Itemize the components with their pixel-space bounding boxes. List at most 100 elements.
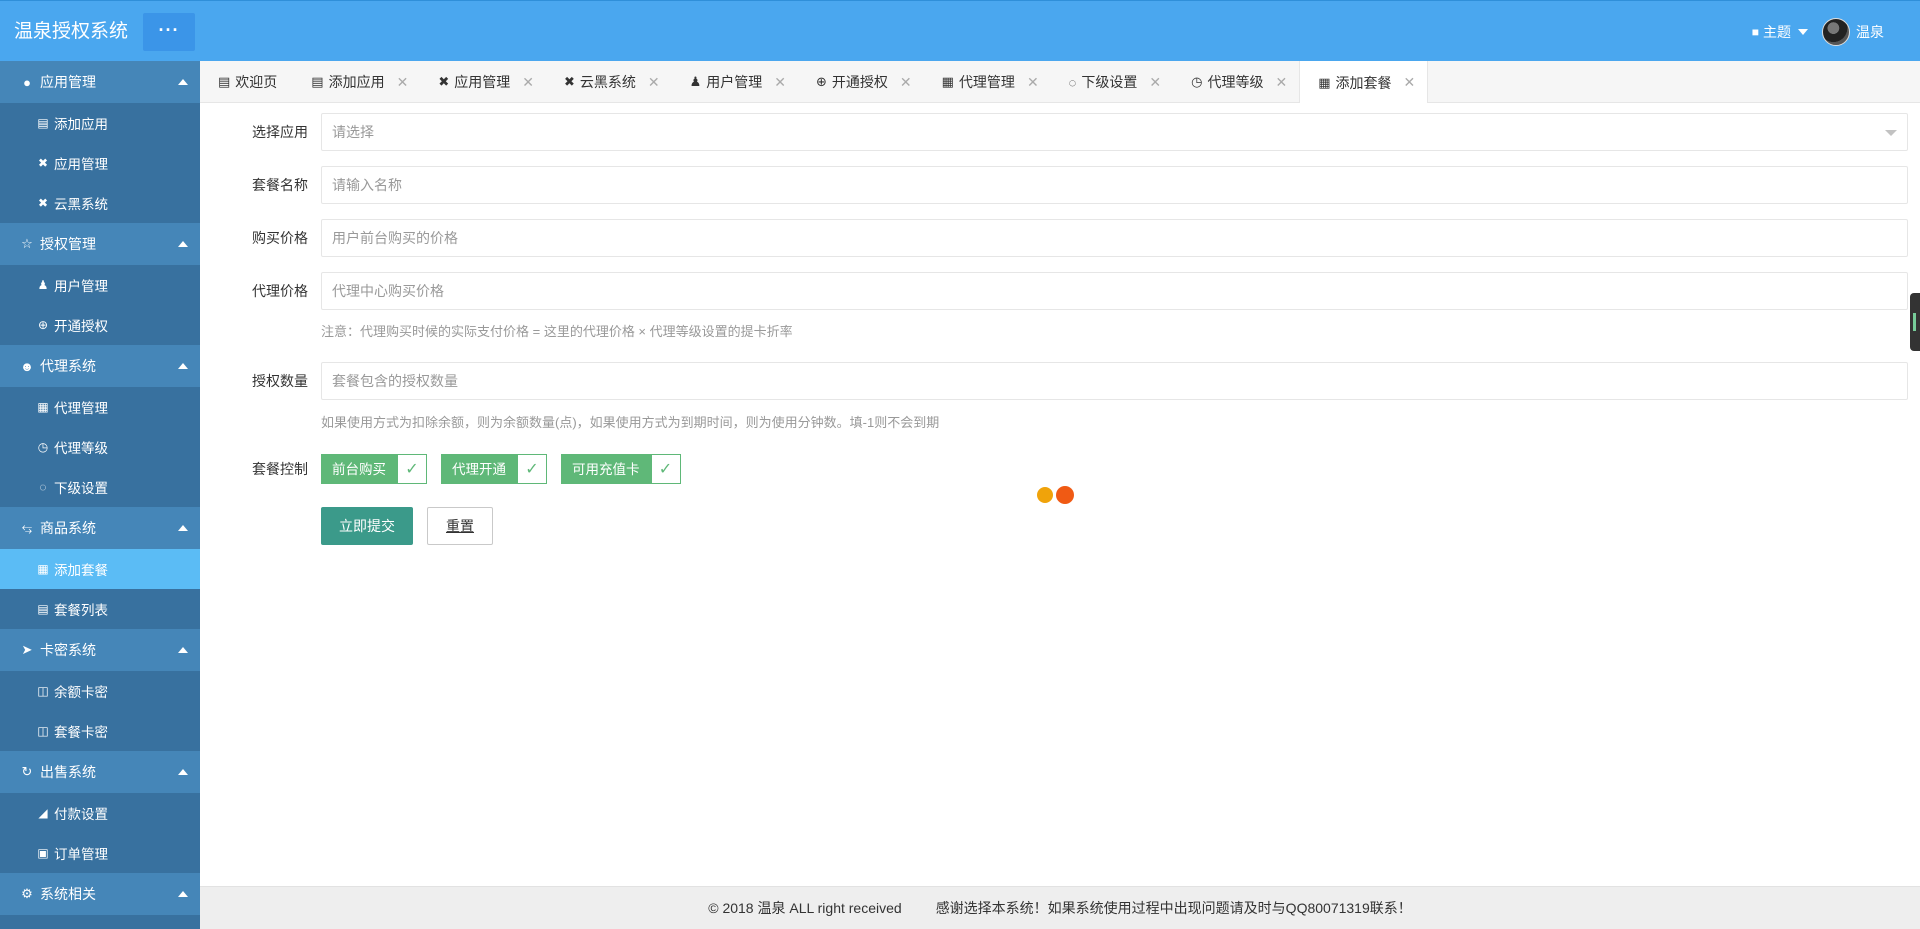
theme-menu[interactable]: ■ 主题	[1752, 22, 1808, 42]
loading-indicator	[1037, 486, 1074, 504]
footer: © 2018 温泉 ALL right received 感谢选择本系统！如果系…	[200, 886, 1920, 929]
tab-label: 代理等级	[1207, 74, 1264, 90]
sidebar-item-balance-card[interactable]: ◫ 余额卡密	[0, 671, 200, 711]
close-icon[interactable]: ✕	[900, 74, 912, 91]
sidebar-item-orders[interactable]: ▣ 订单管理	[0, 833, 200, 873]
auth-count-input[interactable]	[321, 362, 1908, 400]
sidebar-group-label: 出售系统	[40, 764, 96, 780]
chevron-up-icon	[178, 363, 188, 369]
agent-icon: ☻	[20, 358, 34, 374]
close-icon[interactable]: ✕	[774, 74, 786, 91]
sidebar-item-add-app[interactable]: ▤ 添加应用	[0, 103, 200, 143]
close-icon[interactable]: ✕	[522, 74, 534, 91]
sidebar-item-agent-manage[interactable]: ▦ 代理管理	[0, 387, 200, 427]
loading-dot-icon	[1037, 487, 1053, 503]
chevron-up-icon	[178, 647, 188, 653]
sidebar-group-auth[interactable]: ☆ 授权管理	[0, 223, 200, 265]
switch-label: 可用充值卡	[561, 454, 651, 484]
sidebar-group-card[interactable]: ➤ 卡密系统	[0, 629, 200, 671]
switch-agent-open[interactable]: 代理开通 ✓	[441, 454, 547, 484]
sidebar-item-sub-settings[interactable]: ◌ 下级设置	[0, 467, 200, 507]
buy-price-input[interactable]	[321, 219, 1908, 257]
cart-icon: ◢	[38, 806, 48, 820]
sidebar-item-add-package[interactable]: ▦ 添加套餐	[0, 549, 200, 589]
share-icon: ⥃	[21, 520, 33, 535]
sidebar-item-open-auth[interactable]: ⊕ 开通授权	[0, 305, 200, 345]
sidebar-item-users[interactable]: ♟ 用户管理	[0, 265, 200, 305]
sidebar-item-label: 云黑系统	[54, 197, 108, 212]
tab-label: 欢迎页	[235, 74, 278, 90]
sidebar-group-app[interactable]: ● 应用管理	[0, 61, 200, 103]
sidebar-group-label: 商品系统	[40, 520, 96, 536]
switch-frontend-buy[interactable]: 前台购买 ✓	[321, 454, 427, 484]
tab-agent-manage[interactable]: ▦ 代理管理 ✕	[924, 61, 1051, 103]
plus-circle-icon: ⊕	[816, 74, 827, 89]
sidebar: ● 应用管理 ▤ 添加应用 ✖ 应用管理 ✖ 云黑系统 ☆ 授权管理 ♟ 用户管理 ⊕ 开…	[0, 61, 200, 929]
refresh-icon: ↻	[21, 764, 33, 779]
user-icon: ♟	[689, 74, 702, 89]
sidebar-group-sale[interactable]: ↻ 出售系统	[0, 751, 200, 793]
circle-icon: ●	[23, 74, 31, 90]
send-icon: ➤	[21, 642, 33, 657]
more-button[interactable]: ···	[143, 13, 195, 51]
chevron-down-icon	[1798, 28, 1808, 35]
chevron-up-icon	[178, 769, 188, 775]
close-icon[interactable]: ✕	[397, 74, 409, 91]
chat-icon: ■	[1751, 24, 1759, 39]
sidebar-group-goods[interactable]: ⥃ 商品系统	[0, 507, 200, 549]
sidebar-group-label: 系统相关	[40, 886, 96, 902]
star-icon: ☆	[21, 236, 33, 251]
sidebar-group-system[interactable]: ⚙ 系统相关	[0, 873, 200, 915]
sidebar-item-agent-level[interactable]: ◷ 代理等级	[0, 427, 200, 467]
footer-copyright: © 2018 温泉 ALL right received	[708, 900, 902, 916]
edge-handle[interactable]	[1910, 293, 1920, 351]
user-name: 温泉	[1856, 23, 1884, 40]
tools-icon: ✖	[438, 74, 450, 89]
tab-open-auth[interactable]: ⊕ 开通授权 ✕	[798, 61, 924, 103]
package-name-input[interactable]	[321, 166, 1908, 204]
tab-add-package[interactable]: ▦ 添加套餐 ✕	[1299, 61, 1429, 104]
user-icon: ♟	[37, 278, 49, 292]
sidebar-item-label: 套餐列表	[54, 603, 108, 618]
user-menu[interactable]: 温泉	[1822, 17, 1884, 46]
tab-users[interactable]: ♟ 用户管理 ✕	[672, 61, 798, 103]
submit-button[interactable]: 立即提交	[321, 507, 413, 545]
sidebar-group-label: 代理系统	[40, 358, 96, 374]
sidebar-group-agent[interactable]: ☻ 代理系统	[0, 345, 200, 387]
agent-price-input[interactable]	[321, 272, 1908, 310]
reset-button[interactable]: 重置	[427, 507, 493, 545]
form-panel: 选择应用 请选择 套餐名称 购买价格 代理价格 注意：代理购买时候的实际支付价格…	[200, 103, 1920, 886]
switch-label: 前台购买	[321, 454, 397, 484]
header-right: ■ 主题 温泉	[1752, 1, 1884, 62]
close-icon[interactable]: ✕	[648, 74, 660, 91]
tab-bar: ▤ 欢迎页 ▤ 添加应用 ✕ ✖ 应用管理 ✕ ✖ 云黑系统 ✕ ♟ 用户管理 ✕ ⊕ 开通授权 ✕ …	[200, 61, 1920, 104]
close-icon[interactable]: ✕	[1404, 74, 1416, 91]
sidebar-item-package-list[interactable]: ▤ 套餐列表	[0, 589, 200, 629]
tab-sub-settings[interactable]: ◌ 下级设置 ✕	[1051, 61, 1173, 103]
sidebar-item-package-card[interactable]: ◫ 套餐卡密	[0, 711, 200, 751]
sidebar-item-cloud-black[interactable]: ✖ 云黑系统	[0, 183, 200, 223]
select-app-label: 选择应用	[252, 124, 308, 140]
sidebar-item-label: 添加应用	[54, 117, 108, 132]
tab-agent-level[interactable]: ◷ 代理等级 ✕	[1173, 61, 1299, 103]
window-icon: ▤	[37, 116, 49, 130]
switch-recharge-card[interactable]: 可用充值卡 ✓	[561, 454, 681, 484]
tab-welcome[interactable]: ▤ 欢迎页	[200, 61, 293, 103]
sidebar-item-payment[interactable]: ◢ 付款设置	[0, 793, 200, 833]
close-icon[interactable]: ✕	[1027, 74, 1039, 91]
tools-icon: ✖	[37, 156, 49, 170]
tab-app-manage[interactable]: ✖ 应用管理 ✕	[420, 61, 546, 103]
tab-add-app[interactable]: ▤ 添加应用 ✕	[293, 61, 420, 103]
window-icon: ▤	[218, 74, 231, 89]
sidebar-item-app-manage[interactable]: ✖ 应用管理	[0, 143, 200, 183]
close-icon[interactable]: ✕	[1275, 74, 1287, 91]
sidebar-item-label: 订单管理	[54, 847, 108, 862]
close-icon[interactable]: ✕	[1149, 74, 1161, 91]
app-select[interactable]: 请选择	[321, 113, 1908, 151]
tab-cloud-black[interactable]: ✖ 云黑系统 ✕	[546, 61, 672, 103]
clock-icon: ◷	[37, 440, 49, 454]
agent-price-label: 代理价格	[252, 283, 308, 299]
image-icon: ▦	[941, 74, 954, 89]
plus-circle-icon: ⊕	[37, 318, 49, 332]
tools-icon: ✖	[37, 196, 49, 210]
